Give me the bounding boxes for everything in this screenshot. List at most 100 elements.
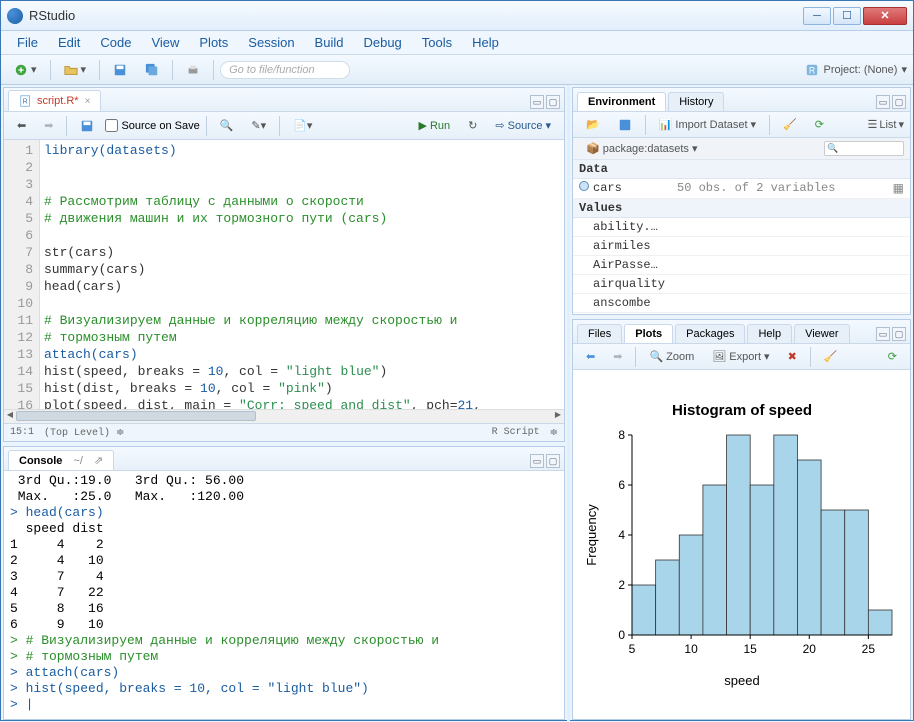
env-row[interactable]: anscombe	[573, 294, 910, 313]
plot-prev-icon[interactable]: ⬅	[579, 346, 602, 367]
find-icon[interactable]: 🔍	[213, 115, 241, 136]
source-editor-pane: R script.R* × ▭ ▢ ⬅ ➡ Source on Save 🔍 ✎…	[3, 87, 565, 442]
svg-text:10: 10	[684, 642, 698, 656]
svg-text:5: 5	[628, 642, 635, 656]
tab-packages[interactable]: Packages	[675, 324, 745, 343]
menu-code[interactable]: Code	[92, 33, 139, 52]
maximize-pane-icon[interactable]: ▢	[546, 95, 560, 109]
new-file-button[interactable]: ▾	[7, 59, 44, 81]
svg-text:Histogram of speed: Histogram of speed	[671, 402, 811, 419]
window-titlebar: RStudio ─ ☐ ✕	[1, 1, 913, 31]
forward-icon[interactable]: ➡	[37, 115, 60, 136]
source-on-save-checkbox[interactable]: Source on Save	[105, 119, 199, 132]
zoom-button[interactable]: 🔍 Zoom	[642, 346, 701, 367]
clear-plots-icon[interactable]: 🧹	[817, 346, 845, 367]
env-row[interactable]: AirPasse…	[573, 256, 910, 275]
menu-plots[interactable]: Plots	[191, 33, 236, 52]
open-file-button[interactable]: ▾	[57, 59, 94, 81]
env-row[interactable]: cars50 obs. of 2 variables▦	[573, 179, 910, 199]
tab-viewer[interactable]: Viewer	[794, 324, 849, 343]
svg-text:25: 25	[861, 642, 875, 656]
save-button[interactable]	[106, 59, 134, 81]
menu-build[interactable]: Build	[307, 33, 352, 52]
menu-help[interactable]: Help	[464, 33, 507, 52]
tab-history[interactable]: History	[668, 92, 724, 111]
close-button[interactable]: ✕	[863, 7, 907, 25]
main-toolbar: ▾ ▾ Go to file/function R Project: (None…	[1, 55, 913, 85]
console-min-icon[interactable]: ▭	[530, 454, 544, 468]
run-button[interactable]: ▶ Run	[412, 115, 458, 136]
plot-canvas: Histogram of speed 0 2 4 6 8 5 10 15 20 25 speed Fre…	[573, 370, 910, 719]
svg-text:4: 4	[618, 528, 625, 542]
console-output[interactable]: 3rd Qu.:19.0 3rd Qu.: 56.00 Max. :25.0 M…	[4, 471, 564, 719]
env-search-input[interactable]	[824, 141, 904, 156]
tab-help[interactable]: Help	[747, 324, 792, 343]
list-mode-selector[interactable]: ☰ List▾	[867, 118, 904, 131]
refresh-plot-icon[interactable]: ⟳	[881, 346, 904, 367]
minimize-pane-icon[interactable]: ▭	[530, 95, 544, 109]
menu-tools[interactable]: Tools	[414, 33, 460, 52]
print-button[interactable]	[179, 59, 207, 81]
report-icon[interactable]: 📄▾	[286, 115, 319, 136]
editor-hscrollbar[interactable]: ◀▶	[4, 409, 564, 423]
window-title: RStudio	[29, 8, 803, 23]
plot-min-icon[interactable]: ▭	[876, 327, 890, 341]
cursor-position: 15:1	[10, 427, 34, 438]
menu-edit[interactable]: Edit	[50, 33, 88, 52]
menubar: File Edit Code View Plots Session Build …	[1, 31, 913, 55]
refresh-env-icon[interactable]: ⟳	[808, 114, 831, 135]
svg-text:0: 0	[618, 628, 625, 642]
project-selector[interactable]: R Project: (None) ▾	[805, 63, 907, 77]
svg-text:15: 15	[743, 642, 757, 656]
env-min-icon[interactable]: ▭	[876, 95, 890, 109]
svg-text:Frequency: Frequency	[584, 503, 599, 565]
environment-pane: Environment History ▭ ▢ 📂 📊 Import Datas…	[572, 87, 911, 315]
console-pane: Console ~/ ⇗ ▭ ▢ 3rd Qu.:19.0 3rd Qu.: 5…	[3, 446, 565, 720]
code-editor[interactable]: 123456789101112131415161718192021 librar…	[4, 140, 564, 409]
app-icon	[7, 8, 23, 24]
env-row[interactable]: ability.…	[573, 218, 910, 237]
menu-debug[interactable]: Debug	[355, 33, 409, 52]
menu-file[interactable]: File	[9, 33, 46, 52]
plots-pane: Files Plots Packages Help Viewer ▭ ▢ ⬅ ➡…	[572, 319, 911, 720]
close-tab-icon[interactable]: ×	[85, 96, 91, 107]
menu-view[interactable]: View	[143, 33, 187, 52]
svg-text:6: 6	[618, 478, 625, 492]
tab-files[interactable]: Files	[577, 324, 622, 343]
env-max-icon[interactable]: ▢	[892, 95, 906, 109]
save-script-icon[interactable]	[73, 115, 101, 137]
maximize-button[interactable]: ☐	[833, 7, 861, 25]
save-all-button[interactable]	[138, 59, 166, 81]
svg-text:R: R	[23, 99, 28, 106]
svg-text:2: 2	[618, 578, 625, 592]
save-workspace-icon[interactable]	[611, 114, 639, 136]
editor-tab-script[interactable]: R script.R* ×	[8, 90, 101, 111]
plot-max-icon[interactable]: ▢	[892, 327, 906, 341]
back-icon[interactable]: ⬅	[10, 115, 33, 136]
menu-session[interactable]: Session	[240, 33, 302, 52]
import-dataset-button[interactable]: 📊 Import Dataset▾	[652, 114, 763, 135]
wand-icon[interactable]: ✎▾	[244, 115, 273, 136]
env-row[interactable]: airmiles	[573, 237, 910, 256]
tab-environment[interactable]: Environment	[577, 92, 666, 111]
env-row[interactable]: airquality	[573, 275, 910, 294]
scope-selector[interactable]: (Top Level) ≑	[44, 427, 124, 439]
export-button[interactable]: 🖼 Export▾	[705, 346, 776, 367]
source-button[interactable]: ⇨ Source ▾	[488, 115, 558, 136]
svg-text:R: R	[809, 65, 815, 75]
language-mode[interactable]: R Script	[492, 427, 540, 438]
rerun-button[interactable]: ↻	[461, 115, 484, 136]
svg-text:8: 8	[618, 428, 625, 442]
load-workspace-icon[interactable]: 📂	[579, 114, 607, 135]
plot-next-icon[interactable]: ➡	[606, 346, 629, 367]
goto-file-input[interactable]: Go to file/function	[220, 61, 350, 79]
console-tab[interactable]: Console ~/ ⇗	[8, 450, 114, 470]
svg-text:speed: speed	[724, 673, 759, 688]
clear-workspace-icon[interactable]: 🧹	[776, 114, 804, 135]
remove-plot-icon[interactable]: ✖	[781, 346, 804, 367]
minimize-button[interactable]: ─	[803, 7, 831, 25]
env-scope-selector[interactable]: 📦 package:datasets ▾	[579, 138, 704, 159]
console-max-icon[interactable]: ▢	[546, 454, 560, 468]
tab-plots[interactable]: Plots	[624, 324, 673, 343]
svg-text:20: 20	[802, 642, 816, 656]
